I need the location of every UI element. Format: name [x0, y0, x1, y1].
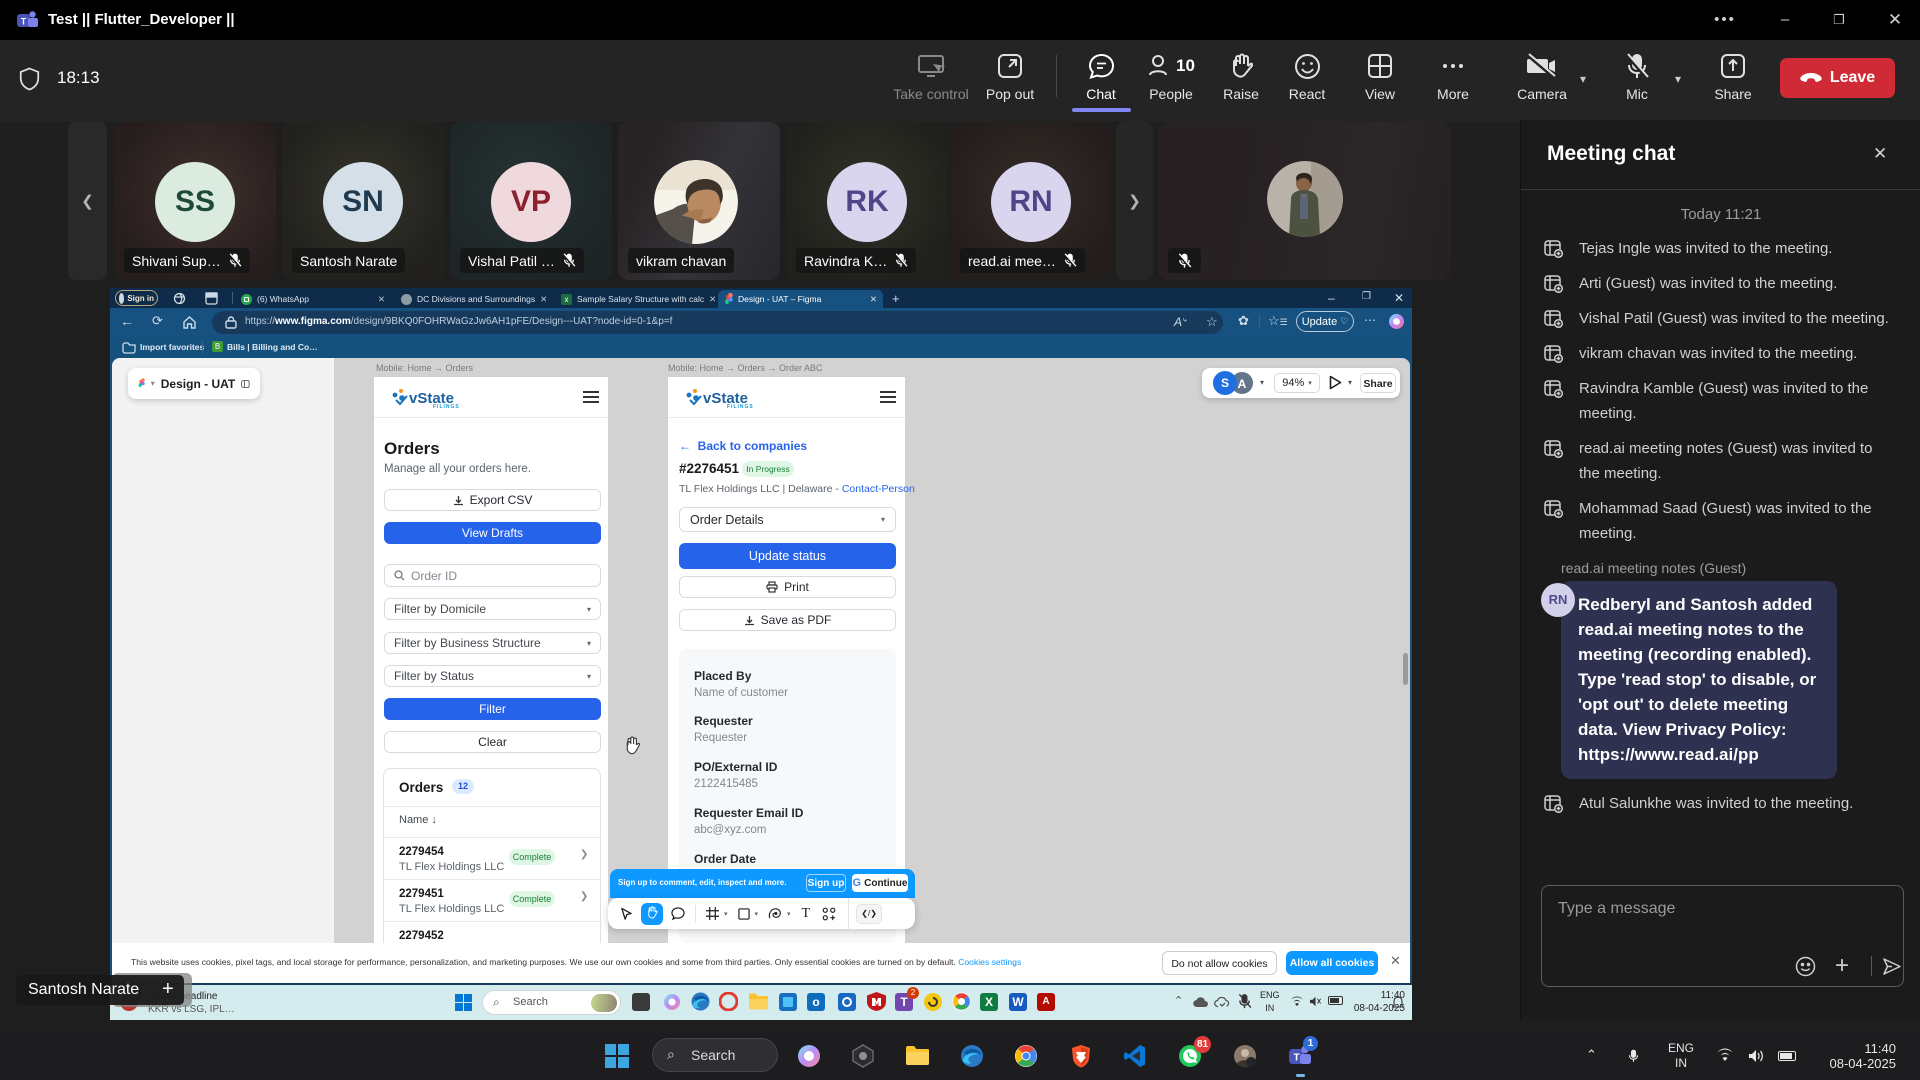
svg-text:T: T — [1293, 1053, 1299, 1064]
svg-text:T: T — [21, 17, 27, 27]
svg-text:FILINGS: FILINGS — [727, 404, 754, 409]
svg-text:FILINGS: FILINGS — [433, 404, 460, 409]
